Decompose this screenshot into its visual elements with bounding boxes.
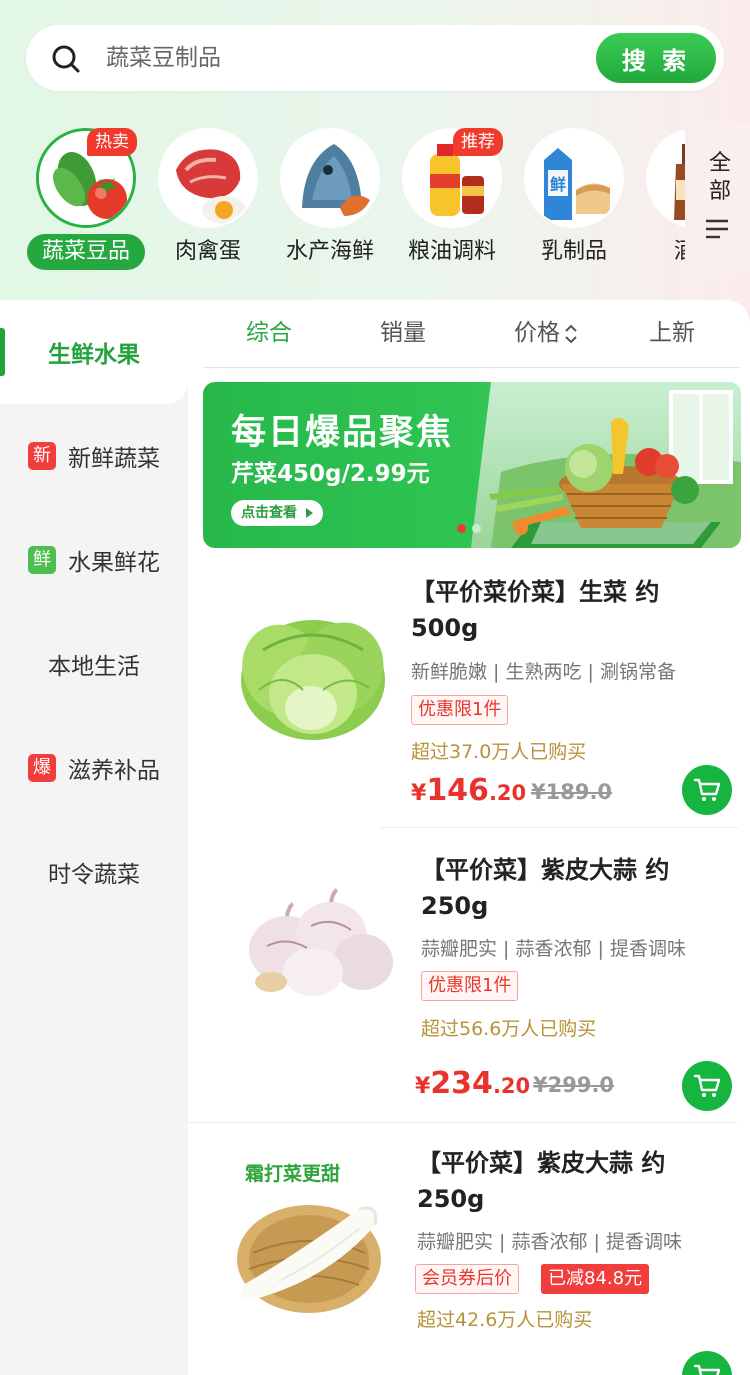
member-price-tag: 会员券后价 <box>415 1264 519 1294</box>
product-title-line-2: 250g <box>417 1185 485 1213</box>
garlic-image <box>249 888 393 996</box>
sort-sales[interactable]: 销量 <box>380 316 426 350</box>
sort-comprehensive[interactable]: 综合 <box>246 316 292 350</box>
meat-egg-icon <box>158 128 258 228</box>
product-title: 【平价菜价菜】生菜 约 500g <box>411 574 711 646</box>
category-item-drinks[interactable]: 酒水 <box>635 124 685 274</box>
fresh-tag-icon: 鲜 <box>28 546 56 574</box>
current-price: ¥146.20 <box>411 773 527 808</box>
category-row: 热卖 蔬菜豆品 肉禽蛋 水产海鲜 推荐 粮油调料 鲜 乳制品 酒 <box>25 124 685 274</box>
category-label: 水产海鲜 <box>285 239 374 264</box>
category-all-label: 全部 <box>708 151 731 204</box>
category-item-vegetables[interactable]: 热卖 蔬菜豆品 <box>25 124 147 274</box>
wine-icon <box>646 128 685 228</box>
add-to-cart-button[interactable] <box>682 765 732 815</box>
new-tag-icon: 新 <box>28 442 56 470</box>
category-item-dairy[interactable]: 鲜 乳制品 <box>513 124 635 274</box>
lettuce-image <box>241 620 385 740</box>
search-input[interactable] <box>106 39 526 77</box>
menu-icon <box>706 219 728 239</box>
sidebar-item-fruit-flowers[interactable]: 鲜 水果鲜花 <box>0 508 188 612</box>
category-label: 乳制品 <box>540 239 607 264</box>
banner-view-button[interactable]: 点击查看 <box>231 500 323 526</box>
radish-image <box>237 1205 381 1313</box>
original-price: ¥299.0 <box>533 1073 615 1097</box>
product-title-line-2: 500g <box>411 614 479 642</box>
search-icon <box>52 45 80 73</box>
product-title-line-1: 【平价菜】紫皮大蒜 约 <box>421 856 670 884</box>
product-title-line-1: 【平价菜价菜】生菜 约 <box>411 578 660 606</box>
original-price: ¥189.0 <box>531 780 613 804</box>
banner-title: 每日爆品聚焦 <box>231 413 454 453</box>
add-to-cart-button[interactable] <box>682 1351 732 1375</box>
sort-price[interactable]: 价格 <box>514 316 578 350</box>
cart-icon <box>693 1074 721 1097</box>
sort-arrows-icon <box>565 324 577 343</box>
banner-subtitle: 芹菜450g/2.99元 <box>231 461 430 487</box>
vegetable-basket-image <box>471 382 741 548</box>
promo-tag: 优惠限1件 <box>411 695 509 725</box>
discount-tag: 已减84.8元 <box>541 1264 650 1294</box>
category-item-meat-egg[interactable]: 肉禽蛋 <box>147 124 269 274</box>
search-bar: 搜 索 <box>26 25 724 91</box>
sidebar-item-label: 水果鲜花 <box>68 550 160 576</box>
current-price: ¥234.20 <box>415 1066 531 1101</box>
fish-icon <box>280 128 380 228</box>
sort-price-label: 价格 <box>514 320 560 346</box>
sort-new[interactable]: 上新 <box>649 316 695 350</box>
sidebar-item-label: 滋养补品 <box>68 758 160 784</box>
product-title-line-2: 250g <box>421 892 489 920</box>
cart-icon <box>693 1364 721 1375</box>
sales-count: 超过37.0万人已购买 <box>411 741 587 763</box>
product-card[interactable]: 霜打菜更甜 【平价菜】紫皮大蒜 约 250g 蒜瓣肥实 | 蒜香浓郁 | 提香调… <box>203 1123 750 1375</box>
category-badge: 热卖 <box>87 128 137 156</box>
banner-pagination <box>457 518 487 537</box>
sidebar-item-label: 新鲜蔬菜 <box>68 446 160 472</box>
search-button[interactable]: 搜 索 <box>596 33 716 83</box>
product-title-line-1: 【平价菜】紫皮大蒜 约 <box>417 1149 666 1177</box>
sidebar-item-label: 本地生活 <box>48 654 140 680</box>
sidebar-item-seasonal-vegetables[interactable]: 时令蔬菜 <box>0 820 188 924</box>
category-sidebar: 生鲜水果 新 新鲜蔬菜 鲜 水果鲜花 本地生活 爆 滋养补品 时令蔬菜 <box>0 300 188 1375</box>
product-content: 综合 销量 价格 上新 每日爆品聚焦 芹菜450g/2.99元 点击查看 【平价… <box>188 300 750 1375</box>
sidebar-item-label: 时令蔬菜 <box>48 862 140 888</box>
product-description: 新鲜脆嫩 | 生熟两吃 | 涮锅常备 <box>411 661 676 683</box>
category-item-seafood[interactable]: 水产海鲜 <box>269 124 391 274</box>
promo-banner[interactable]: 每日爆品聚焦 芹菜450g/2.99元 点击查看 <box>203 382 741 548</box>
product-description: 蒜瓣肥实 | 蒜香浓郁 | 提香调味 <box>417 1231 682 1253</box>
product-description: 蒜瓣肥实 | 蒜香浓郁 | 提香调味 <box>421 938 686 960</box>
pagination-dot[interactable] <box>472 524 481 533</box>
product-card[interactable]: 【平价菜】紫皮大蒜 约 250g 蒜瓣肥实 | 蒜香浓郁 | 提香调味 优惠限1… <box>203 828 750 1121</box>
pagination-dot-active[interactable] <box>457 524 466 533</box>
sidebar-item-supplements[interactable]: 爆 滋养补品 <box>0 716 188 820</box>
sidebar-item-local-life[interactable]: 本地生活 <box>0 612 188 716</box>
product-card[interactable]: 【平价菜价菜】生菜 约 500g 新鲜脆嫩 | 生熟两吃 | 涮锅常备 优惠限1… <box>203 562 750 827</box>
sidebar-item-fresh-fruit[interactable]: 生鲜水果 <box>0 300 188 404</box>
sales-count: 超过56.6万人已购买 <box>421 1018 597 1040</box>
sidebar-item-fresh-vegetables[interactable]: 新 新鲜蔬菜 <box>0 404 188 508</box>
promo-tag: 优惠限1件 <box>421 971 519 1001</box>
product-image-caption: 霜打菜更甜 <box>245 1163 341 1185</box>
category-label: 蔬菜豆品 <box>27 234 145 270</box>
category-all-button[interactable]: 全部 <box>690 124 750 274</box>
category-label: 肉禽蛋 <box>174 239 241 264</box>
product-title: 【平价菜】紫皮大蒜 约 250g <box>421 852 721 924</box>
add-to-cart-button[interactable] <box>682 1061 732 1111</box>
sales-count: 超过42.6万人已购买 <box>417 1309 593 1331</box>
category-label: 酒水 <box>673 239 685 264</box>
sort-bar: 综合 销量 价格 上新 <box>203 300 740 368</box>
category-item-oil[interactable]: 推荐 粮油调料 <box>391 124 513 274</box>
cart-icon <box>693 778 721 801</box>
product-title: 【平价菜】紫皮大蒜 约 250g <box>417 1145 717 1217</box>
milk-icon: 鲜 <box>524 128 624 228</box>
sidebar-item-label: 生鲜水果 <box>48 342 140 368</box>
hot-tag-icon: 爆 <box>28 754 56 782</box>
category-label: 粮油调料 <box>407 239 496 264</box>
svg-text:鲜: 鲜 <box>550 175 566 194</box>
category-badge: 推荐 <box>453 128 503 156</box>
